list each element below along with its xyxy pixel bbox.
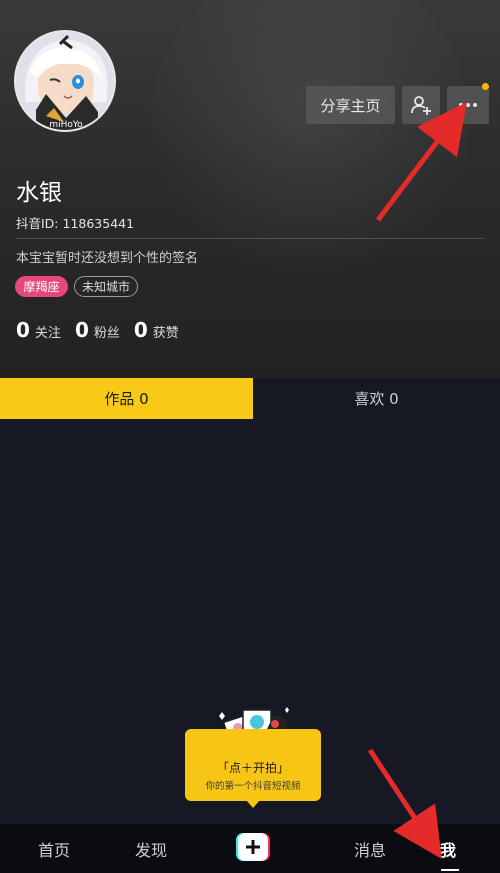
avatar[interactable]: miHoYo	[14, 30, 116, 132]
more-button[interactable]	[447, 86, 489, 124]
tab-works[interactable]: 作品 0	[0, 378, 253, 419]
share-profile-label: 分享主页	[320, 96, 381, 115]
shoot-prompt-bubble[interactable]: 「点＋开拍」 你的第一个抖音短视频	[185, 729, 321, 808]
city-tag[interactable]: 未知城市	[74, 276, 138, 297]
nav-active-indicator	[441, 869, 459, 871]
add-friend-button[interactable]	[402, 86, 440, 124]
likes-count: 0	[133, 318, 148, 342]
content-tabs: 作品 0 喜欢 0	[0, 378, 500, 419]
likes-stat[interactable]: 0 获赞	[134, 318, 179, 342]
divider	[16, 238, 484, 239]
more-icon	[459, 103, 477, 107]
nav-discover[interactable]: 发现	[135, 824, 167, 873]
nav-messages[interactable]: 消息	[354, 824, 386, 873]
nav-home[interactable]: 首页	[38, 824, 70, 873]
douyin-id: 抖音ID: 118635441	[16, 216, 135, 231]
following-count: 0	[16, 318, 30, 342]
following-label: 关注	[34, 326, 61, 341]
fans-count: 0	[74, 318, 89, 342]
add-friend-icon	[411, 96, 431, 115]
profile-stats: 0 关注 0 粉丝 0 获赞	[16, 318, 193, 342]
fans-label: 粉丝	[93, 326, 120, 341]
following-stat[interactable]: 0 关注	[16, 318, 61, 342]
nav-me[interactable]: 我	[440, 824, 456, 873]
profile-name: 水银	[16, 180, 62, 206]
fans-stat[interactable]: 0 粉丝	[75, 318, 120, 342]
zodiac-tag[interactable]: 摩羯座	[15, 276, 68, 297]
likes-label: 获赞	[152, 326, 179, 341]
create-video-button[interactable]	[236, 833, 270, 861]
notification-dot	[482, 83, 489, 90]
shoot-prompt-title: 「点＋开拍」	[216, 761, 289, 775]
share-profile-button[interactable]: 分享主页	[306, 86, 395, 124]
svg-text:miHoYo: miHoYo	[49, 120, 83, 130]
tab-likes[interactable]: 喜欢 0	[253, 378, 500, 419]
shoot-prompt-subtitle: 你的第一个抖音短视频	[205, 781, 301, 792]
signature[interactable]: 本宝宝暂时还没想到个性的签名	[16, 247, 198, 266]
